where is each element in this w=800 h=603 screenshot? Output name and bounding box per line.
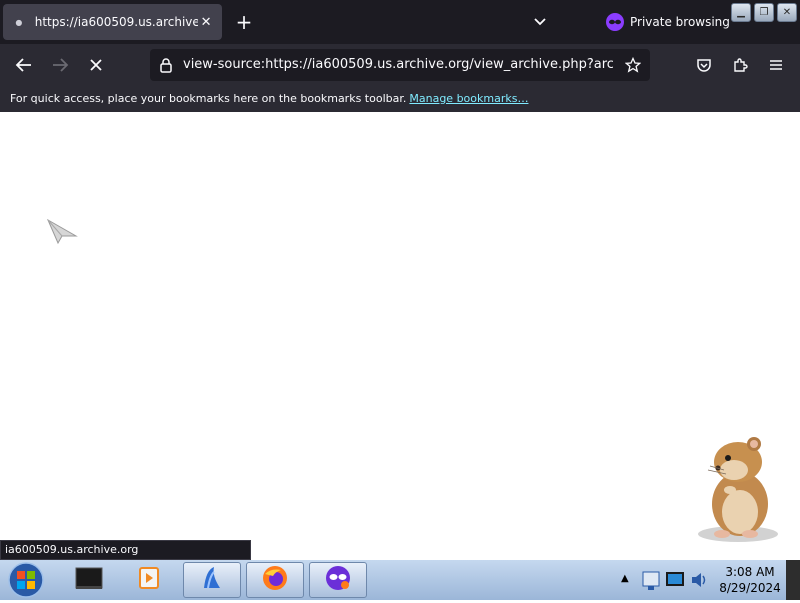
favicon-dot-icon: ● [15,17,23,27]
tab-active[interactable]: ● https://ia600509.us.archive.org/ ✕ [3,4,222,40]
status-url: ia600509.us.archive.org [0,540,251,560]
start-button[interactable] [4,561,48,599]
manage-bookmarks-link[interactable]: Manage bookmarks… [409,92,528,105]
show-desktop-button[interactable] [786,560,800,600]
bookmark-star-icon[interactable] [624,56,642,73]
private-mask-icon [606,13,624,31]
firefox-private-icon [324,564,352,596]
tab-title: https://ia600509.us.archive.org/ [34,15,199,29]
taskbar-terminal[interactable] [60,562,118,598]
restore-button[interactable]: ❐ [754,3,774,22]
minimize-button[interactable]: ▁ [731,3,751,22]
tray-monitor-icon[interactable] [664,568,686,592]
new-tab-button[interactable]: + [232,10,256,34]
clock-date: 8/29/2024 [719,581,781,595]
tray-volume-icon[interactable] [688,568,710,592]
menu-hamburger-icon[interactable] [764,53,788,77]
firefox-icon [261,564,289,596]
list-all-tabs-chevron-icon[interactable] [530,12,550,32]
url-text[interactable]: view-source:https://ia600509.us.archive.… [183,57,613,73]
clock-time: 3:08 AM [725,565,775,579]
blue-app-icon [198,564,226,596]
hamster-image [694,434,786,544]
taskbar-firefox-private[interactable] [309,562,367,598]
forward-arrow-icon[interactable] [48,53,72,77]
terminal-icon [73,564,105,596]
private-browsing-indicator: Private browsing [606,12,730,32]
back-arrow-icon[interactable] [12,53,36,77]
address-bar[interactable]: view-source:https://ia600509.us.archive.… [150,49,650,81]
private-browsing-label: Private browsing [630,15,730,29]
bookmarks-hint-text: For quick access, place your bookmarks h… [10,92,407,105]
navigation-toolbar: view-source:https://ia600509.us.archive.… [0,44,800,86]
extensions-puzzle-icon[interactable] [728,53,752,77]
tray-network-icon[interactable] [640,568,662,592]
system-clock[interactable]: 3:08 AM 8/29/2024 [716,564,784,596]
taskbar-media-player[interactable] [120,562,178,598]
taskbar: ▲ 3:08 AM 8/29/2024 [0,560,800,600]
pocket-icon[interactable] [692,53,716,77]
media-player-icon [135,564,163,596]
page-content [0,112,800,560]
tab-close-icon[interactable]: ✕ [198,15,214,30]
lock-icon[interactable] [158,57,174,73]
stop-loading-icon[interactable] [84,53,108,77]
taskbar-firefox[interactable] [246,562,304,598]
taskbar-app-blue[interactable] [183,562,241,598]
show-hidden-icons-arrow-icon[interactable]: ▲ [621,573,631,585]
close-window-button[interactable]: ✕ [777,3,797,22]
tab-strip: ● https://ia600509.us.archive.org/ ✕ + P… [0,0,800,44]
bookmarks-toolbar: For quick access, place your bookmarks h… [0,86,800,112]
paper-plane-cursor-icon [46,216,78,246]
